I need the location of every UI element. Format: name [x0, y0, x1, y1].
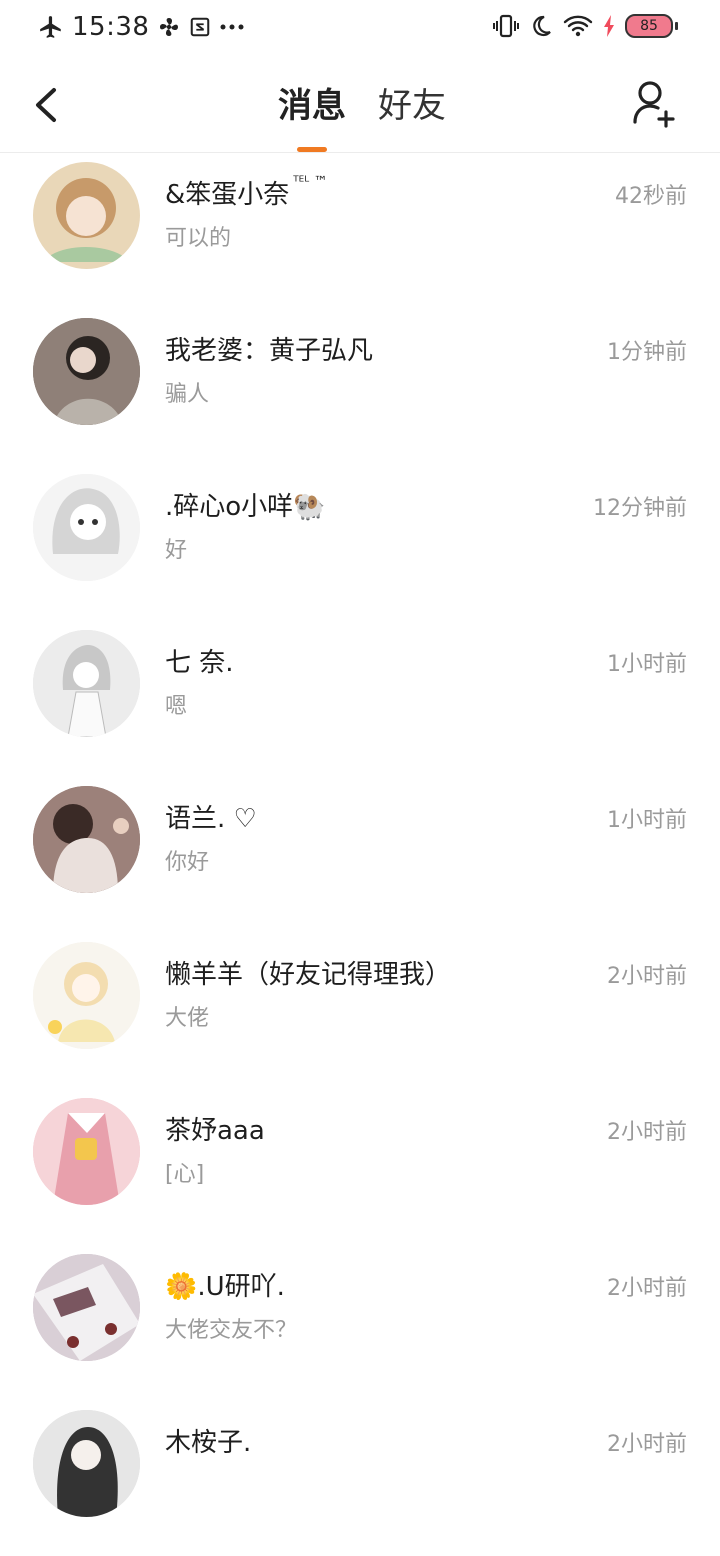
- avatar: [33, 1410, 140, 1517]
- conversation-name: 语兰. ♡: [165, 804, 257, 834]
- conversation-preview: 你好: [165, 850, 210, 875]
- conversation-preview: 大佬: [165, 1006, 210, 1031]
- conversation-item[interactable]: 🌼.U研吖. 大佬交友不？ 2小时前: [0, 1244, 720, 1400]
- conversation-preview: 大佬交友不？: [165, 1318, 298, 1343]
- conversation-time: 1小时前: [607, 808, 687, 833]
- conversation-item[interactable]: 茶妤aaa [心] 2小时前: [0, 1088, 720, 1244]
- vibrate-icon: [493, 14, 519, 38]
- avatar: [33, 1098, 140, 1205]
- avatar: [33, 630, 140, 737]
- battery-level: 85: [640, 18, 658, 34]
- tab-friends[interactable]: 好友: [378, 80, 446, 132]
- airplane-icon: [40, 16, 61, 38]
- conversation-preview: 骗人: [165, 382, 210, 407]
- conversation-time: 42秒前: [615, 184, 687, 209]
- conversation-name: 我老婆：黄子弘凡: [165, 336, 374, 366]
- conversation-item[interactable]: 我老婆：黄子弘凡 骗人 1分钟前: [0, 308, 720, 464]
- conversation-preview: 好: [165, 538, 188, 563]
- status-left: 15:38: [38, 12, 245, 42]
- conversation-time: 2小时前: [607, 1432, 687, 1457]
- conversation-preview: 嗯: [165, 694, 188, 719]
- conversation-item[interactable]: &笨蛋小奈 ᵀᴱᴸ ™ 可以的 42秒前: [0, 152, 720, 308]
- conversation-time: 2小时前: [607, 964, 687, 989]
- conversation-name: 七 奈.: [165, 648, 234, 678]
- conversation-item[interactable]: 七 奈. 嗯 1小时前: [0, 620, 720, 776]
- wifi-icon: [563, 15, 593, 37]
- conversation-time: 2小时前: [607, 1276, 687, 1301]
- battery-indicator: 85: [625, 14, 673, 38]
- tab-bar: 消息 好友: [0, 80, 720, 152]
- avatar: [33, 1254, 140, 1361]
- avatar: [33, 786, 140, 893]
- nav-header: 消息 好友: [0, 58, 720, 153]
- add-friend-icon[interactable]: [632, 78, 680, 128]
- conversation-time: 1小时前: [607, 652, 687, 677]
- conversation-time: 2小时前: [607, 1120, 687, 1145]
- fan-icon: [160, 18, 179, 36]
- conversation-name: 懒羊羊（好友记得理我）: [165, 960, 452, 990]
- conversation-item[interactable]: 语兰. ♡ 你好 1小时前: [0, 776, 720, 932]
- conversation-name: &笨蛋小奈 ᵀᴱᴸ ™: [165, 174, 328, 210]
- status-time: 15:38: [72, 12, 150, 42]
- tab-messages-label: 消息: [278, 86, 346, 126]
- avatar: [33, 474, 140, 581]
- conversation-item[interactable]: .碎心o小咩🐏 好 12分钟前: [0, 464, 720, 620]
- conversation-preview: [心]: [165, 1162, 205, 1187]
- screenshot-icon: [191, 17, 210, 37]
- status-right: 85: [493, 14, 678, 38]
- conversation-time: 1分钟前: [607, 340, 687, 365]
- status-bar: 15:38 85: [0, 0, 720, 58]
- avatar: [33, 942, 140, 1049]
- battery-cap: [675, 22, 678, 30]
- avatar: [33, 318, 140, 425]
- conversation-name: 茶妤aaa: [165, 1116, 265, 1146]
- conversation-time: 12分钟前: [593, 496, 687, 521]
- conversation-name: .碎心o小咩🐏: [165, 492, 326, 522]
- conversation-item[interactable]: 木桉子. 2小时前: [0, 1400, 720, 1556]
- more-dots-icon: [220, 24, 244, 30]
- moon-icon: [533, 15, 551, 37]
- conversation-item[interactable]: 懒羊羊（好友记得理我） 大佬 2小时前: [0, 932, 720, 1088]
- charging-bolt-icon: [604, 15, 614, 37]
- avatar: [33, 162, 140, 269]
- conversation-list: &笨蛋小奈 ᵀᴱᴸ ™ 可以的 42秒前 我老婆：黄子弘凡 骗人 1分钟前 .碎心…: [0, 152, 720, 1556]
- tab-friends-label: 好友: [378, 86, 446, 126]
- name-suffix: ᵀᴱᴸ ™: [293, 174, 328, 190]
- conversation-name: 木桉子.: [165, 1428, 252, 1458]
- tab-messages[interactable]: 消息: [278, 80, 346, 152]
- conversation-name: 🌼.U研吖.: [165, 1272, 285, 1302]
- conversation-preview: 可以的: [165, 226, 232, 251]
